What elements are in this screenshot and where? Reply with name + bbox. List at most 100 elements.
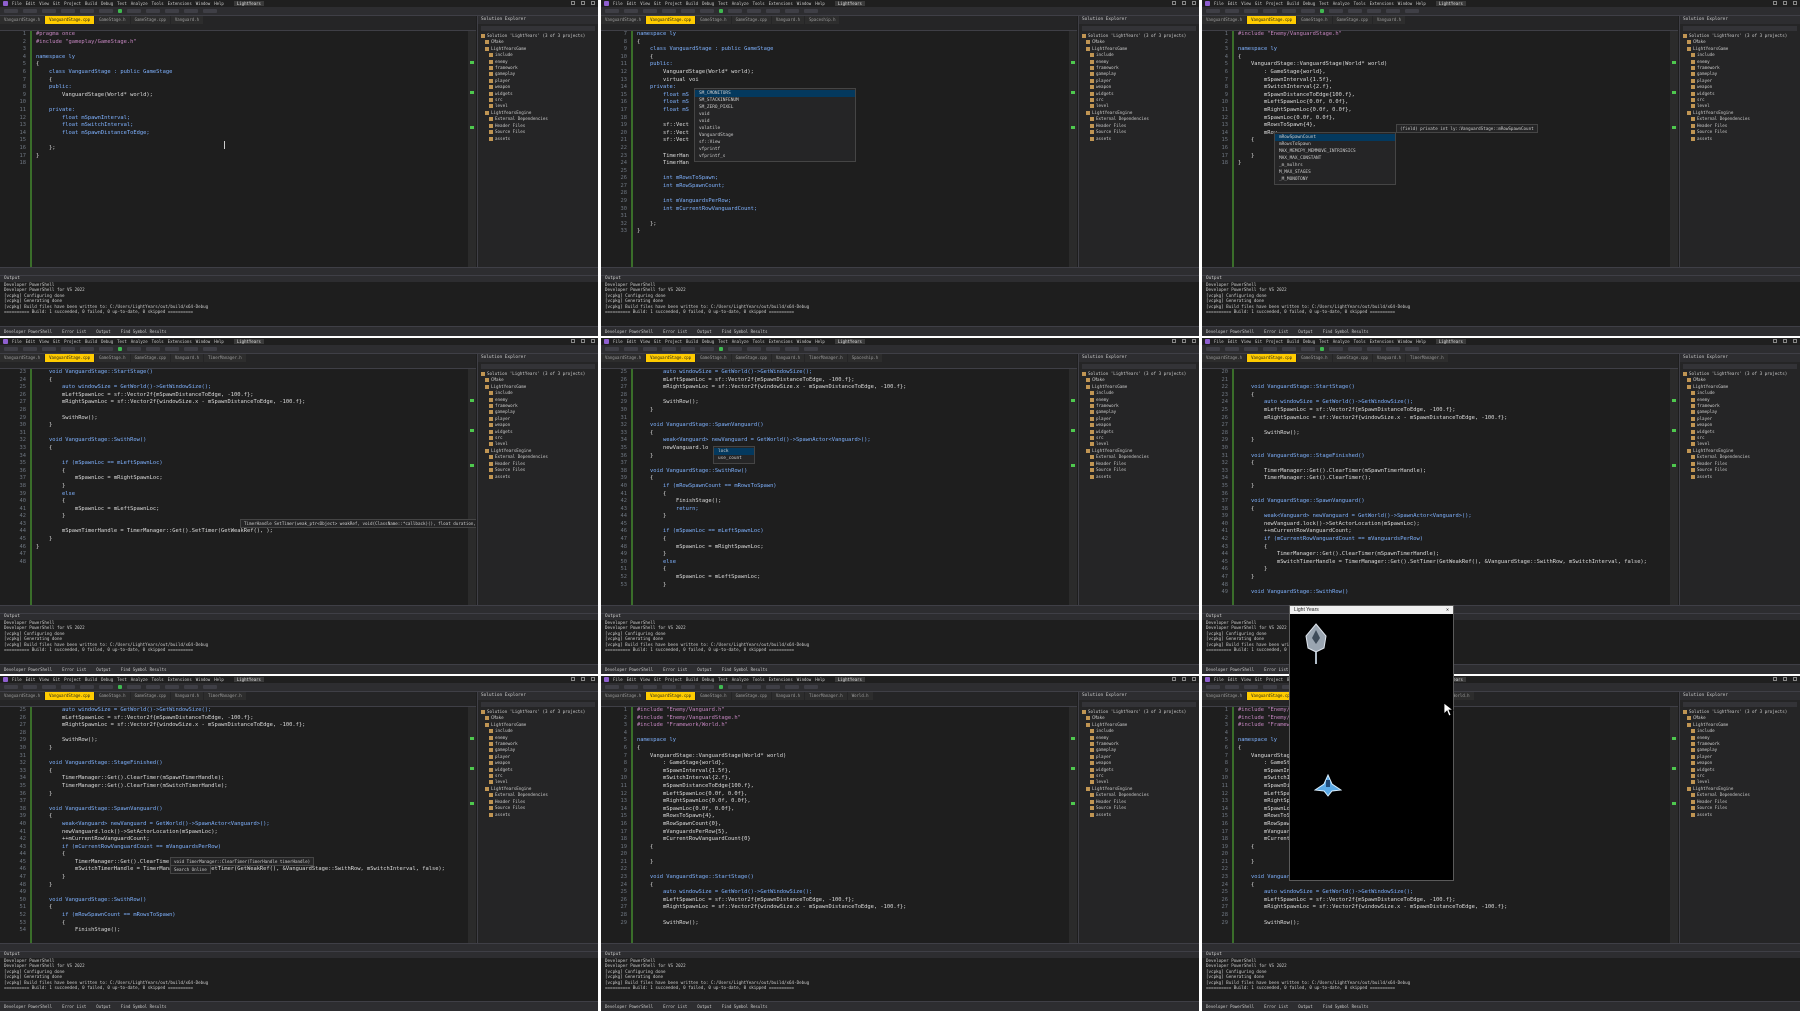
toolbar-button[interactable] [61,347,75,351]
tab-file[interactable]: Vanguard.h [771,16,804,24]
tab-file[interactable]: Spaceship.h [847,354,883,362]
toolbar-button[interactable] [203,9,217,13]
menu-item-analyze[interactable]: Analyze [131,1,148,6]
maximize-icon[interactable] [581,677,585,681]
tab-file[interactable]: GameStage.h [95,692,130,700]
bottom-tab[interactable]: Error List [663,1004,687,1009]
bottom-tab[interactable]: Output [96,1004,110,1009]
solution-tree-item[interactable]: assets [1079,136,1199,142]
tab-file[interactable]: GameStage.h [1297,16,1332,24]
intellisense-popup[interactable]: lock use_count [713,446,755,464]
toolbar-button[interactable] [184,9,198,13]
toolbar-button[interactable] [747,685,761,689]
close-icon[interactable] [591,339,595,343]
toolbar-button[interactable] [1386,347,1400,351]
menu-item-help[interactable]: Help [214,1,224,6]
solution-explorer-search-input[interactable] [1683,702,1797,707]
bottom-tab[interactable]: Error List [663,329,687,334]
bottom-tab[interactable]: Output [96,667,110,672]
tab-file[interactable]: Vanguard.h [771,692,804,700]
menu-item-project[interactable]: Project [64,677,81,682]
intellisense-item[interactable]: SM_STACKINFENUM [695,97,855,104]
toolbar-button[interactable] [804,9,818,13]
menu-item-help[interactable]: Help [1416,1,1426,6]
intellisense-item[interactable]: lock [714,448,754,455]
toolbar-button[interactable] [681,685,695,689]
tab-file[interactable]: VanguardStage.h [601,354,646,362]
tab-file[interactable]: VanguardStage.cpp [45,16,95,24]
toolbar-button[interactable] [1263,685,1277,689]
toolbar-button[interactable] [662,685,676,689]
tab-file[interactable]: VanguardStage.h [1202,692,1247,700]
menu-item-extensions[interactable]: Extensions [1370,339,1394,344]
menu-item-file[interactable]: File [12,1,22,6]
menu-item-build[interactable]: Build [85,339,97,344]
toolbar-button[interactable] [146,347,160,351]
run-debug-icon[interactable] [118,685,122,689]
editor-scrollbar[interactable] [1670,31,1678,267]
menu-item-window[interactable]: Window [196,339,210,344]
bottom-tab[interactable]: Error List [62,329,86,334]
menu-item-view[interactable]: View [1241,1,1251,6]
toolbar-button[interactable] [681,347,695,351]
toolbar-button[interactable] [203,347,217,351]
solution-explorer-search-input[interactable] [481,364,595,369]
toolbar-button[interactable] [766,9,780,13]
solution-tree-item[interactable]: assets [1079,812,1199,818]
menu-item-git[interactable]: Git [53,1,60,6]
menu-item-help[interactable]: Help [214,339,224,344]
toolbar-button[interactable] [80,685,94,689]
solution-explorer[interactable]: Solution Explorer Solution 'LightYears' (… [1078,354,1199,605]
tab-file[interactable]: GameStage.cpp [130,16,170,24]
bottom-tab[interactable]: Error List [62,667,86,672]
menu-item-edit[interactable]: Edit [627,677,637,682]
toolbar-button[interactable] [766,347,780,351]
toolbar-button[interactable] [165,347,179,351]
bottom-tab[interactable]: Find Symbol Results [121,1004,167,1009]
toolbar-button[interactable] [1263,9,1277,13]
solution-explorer[interactable]: Solution Explorer Solution 'LightYears' (… [477,692,598,943]
intellisense-item[interactable]: M_MAX_STAGES [1275,169,1395,176]
toolbar-button[interactable] [1282,347,1296,351]
intellisense-item[interactable]: sf::View [695,139,855,146]
toolbar-button[interactable] [624,685,638,689]
toolbar-button[interactable] [23,347,37,351]
toolbar-button[interactable] [1405,347,1419,351]
toolbar-button[interactable] [61,9,75,13]
menu-item-build[interactable]: Build [686,1,698,6]
tab-file[interactable]: GameStage.cpp [731,354,771,362]
bottom-tab[interactable]: Find Symbol Results [1323,329,1369,334]
menu-item-build[interactable]: Build [1287,339,1299,344]
menu-item-build[interactable]: Build [1287,1,1299,6]
tab-file[interactable]: TimerManager.h [804,692,847,700]
toolbar-button[interactable] [700,685,714,689]
menu-item-extensions[interactable]: Extensions [168,1,192,6]
code-editor[interactable]: 25 26 27 28 29 30 31 32 33 34 35 36 37 38 39 40 41 42 43 44… [601,369,1077,605]
intellisense-item[interactable]: mRowSpawnCount [1275,134,1395,141]
menu-item-debug[interactable]: Debug [1303,339,1315,344]
toolbar-button[interactable] [165,9,179,13]
toolbar-button[interactable] [785,685,799,689]
menu-item-extensions[interactable]: Extensions [769,677,793,682]
menu-item-file[interactable]: File [12,339,22,344]
menu-item-edit[interactable]: Edit [26,1,36,6]
toolbar-button[interactable] [700,347,714,351]
toolbar-button[interactable] [728,685,742,689]
toolbar-button[interactable] [605,347,619,351]
tab-file[interactable]: VanguardStage.h [601,692,646,700]
menu-item-edit[interactable]: Edit [1228,339,1238,344]
toolbar-button[interactable] [99,347,113,351]
menu-item-help[interactable]: Help [815,677,825,682]
minimize-icon[interactable] [1172,677,1176,681]
toolbar-button[interactable] [662,9,676,13]
toolbar-button[interactable] [42,347,56,351]
menu-item-debug[interactable]: Debug [702,1,714,6]
minimize-icon[interactable] [571,1,575,5]
tab-file[interactable]: GameStage.cpp [130,354,170,362]
toolbar-button[interactable] [662,347,676,351]
tab-file[interactable]: VanguardStage.h [0,692,45,700]
toolbar-button[interactable] [146,685,160,689]
menu-item-file[interactable]: File [613,677,623,682]
menu-item-window[interactable]: Window [1398,339,1412,344]
menu-item-git[interactable]: Git [53,339,60,344]
